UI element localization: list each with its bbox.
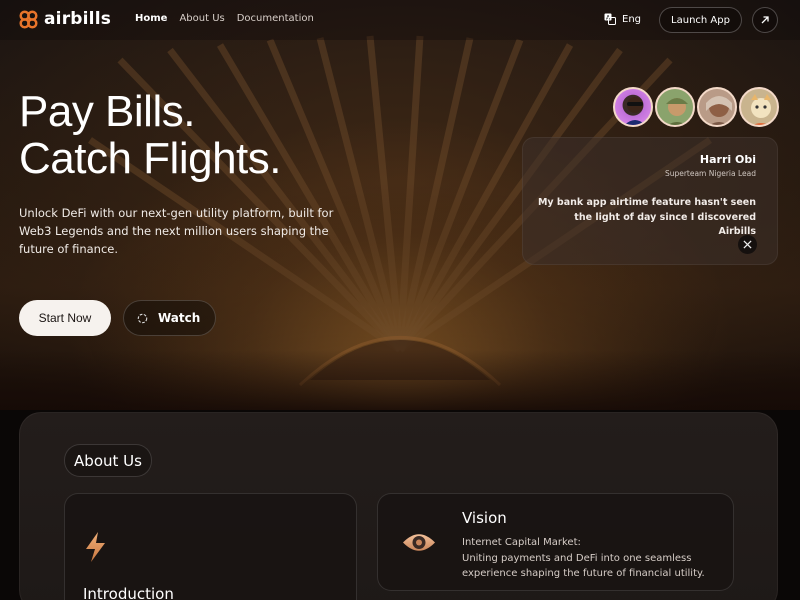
- avatar[interactable]: [655, 87, 695, 127]
- hero-subtitle: Unlock DeFi with our next-gen utility pl…: [19, 206, 334, 256]
- nav-link-about-us[interactable]: About Us: [179, 13, 224, 24]
- vision-description: Internet Capital Market: Uniting payment…: [462, 535, 705, 582]
- vision-title: Vision: [462, 509, 507, 527]
- testimonial-role: Superteam Nigeria Lead: [664, 169, 756, 178]
- x-icon[interactable]: [738, 235, 757, 254]
- testimonial-author: Harri Obi: [699, 153, 756, 166]
- testimonial-quote: My bank app airtime feature hasn't seen …: [537, 197, 756, 237]
- avatar-illustration: [666, 98, 688, 125]
- start-now-button[interactable]: Start Now: [19, 300, 111, 336]
- nav-links: Home About Us Documentation: [135, 13, 314, 24]
- brand-name: airbills: [44, 9, 112, 29]
- launch-app-button[interactable]: Launch App: [659, 7, 742, 33]
- avatar[interactable]: [739, 87, 779, 127]
- play-circle-icon: [137, 313, 148, 323]
- arrow-up-right-icon: [761, 16, 769, 24]
- language-label: Eng: [622, 13, 642, 25]
- introduction-card[interactable]: Introduction: [64, 493, 357, 600]
- nav-link-home[interactable]: Home: [135, 13, 167, 24]
- testimonial-avatars: [613, 87, 779, 127]
- introduction-title: Introduction: [83, 585, 174, 600]
- airbills-logo-icon: [19, 9, 38, 29]
- avatar[interactable]: [697, 87, 737, 127]
- watch-button[interactable]: Watch: [123, 300, 216, 336]
- watch-label: Watch: [158, 311, 201, 325]
- vision-line: experience shaping the future of financi…: [462, 568, 705, 579]
- lightning-bolt-icon: [86, 532, 105, 562]
- external-link-button[interactable]: [752, 7, 778, 33]
- language-selector[interactable]: A Eng: [604, 13, 641, 25]
- about-section: About Us Introduction Vision Internet Ca…: [19, 412, 778, 600]
- about-us-heading: About Us: [64, 444, 152, 477]
- translate-icon: A: [604, 13, 616, 25]
- headline-line-1: Pay Bills.: [19, 87, 195, 136]
- hero-headline: Pay Bills. Catch Flights.: [19, 88, 281, 182]
- top-nav: airbills Home About Us Documentation A E…: [0, 0, 800, 40]
- avatar-illustration: [706, 96, 732, 125]
- avatar-illustration: [751, 94, 771, 125]
- avatar[interactable]: [613, 87, 653, 127]
- vision-line: Uniting payments and DeFi into one seaml…: [462, 552, 692, 564]
- brand-logo[interactable]: airbills: [19, 9, 111, 29]
- vision-card[interactable]: Vision Internet Capital Market: Uniting …: [377, 493, 734, 591]
- nav-link-documentation[interactable]: Documentation: [237, 13, 314, 24]
- testimonial-card: Harri Obi Superteam Nigeria Lead My bank…: [522, 137, 778, 265]
- avatar-illustration: [624, 97, 646, 125]
- vision-line: Internet Capital Market:: [462, 537, 581, 548]
- headline-line-2: Catch Flights.: [19, 134, 281, 183]
- eye-icon: [403, 534, 435, 551]
